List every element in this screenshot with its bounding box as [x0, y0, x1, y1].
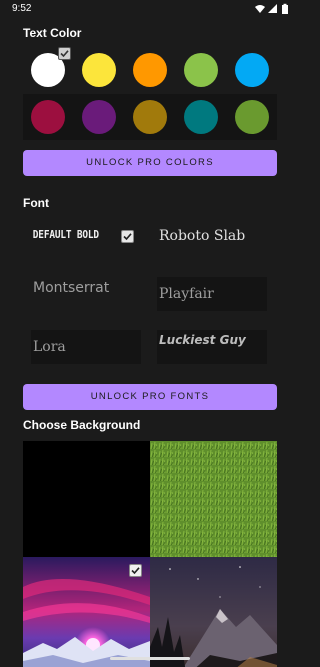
pro-color-row: [23, 94, 277, 140]
status-icons: [255, 3, 288, 14]
color-swatch-mustard[interactable]: [132, 100, 167, 134]
checked-checkbox-icon: [129, 564, 142, 577]
unlock-pro-fonts-button[interactable]: UNLOCK PRO FONTS: [23, 384, 277, 410]
unlock-pro-colors-button[interactable]: UNLOCK PRO COLORS: [23, 150, 277, 176]
navigation-handle[interactable]: [110, 657, 190, 660]
font-option-playfair[interactable]: Playfair: [157, 277, 267, 311]
background-tile-night-mountain[interactable]: [150, 557, 277, 667]
font-option-roboto-slab[interactable]: Roboto Slab: [157, 219, 267, 253]
background-tile-black[interactable]: [23, 441, 150, 557]
text-color-title: Text Color: [23, 26, 82, 40]
signal-icon: [268, 4, 277, 13]
color-swatch-purple[interactable]: [82, 100, 117, 134]
color-swatch-yellow[interactable]: [82, 53, 117, 87]
status-time: 9:52: [12, 3, 32, 14]
font-option-montserrat[interactable]: Montserrat: [31, 271, 141, 305]
battery-icon: [282, 3, 288, 14]
font-option-luckiest-guy[interactable]: Luckiest Guy: [157, 330, 267, 364]
color-swatch-white[interactable]: [31, 47, 72, 87]
night-mountain-image: [150, 557, 277, 667]
font-title: Font: [23, 196, 49, 210]
color-swatch-blue[interactable]: [234, 53, 269, 87]
background-tile-grass[interactable]: [150, 441, 277, 557]
background-tile-neon-mountain[interactable]: [23, 557, 150, 667]
free-color-row: [23, 47, 277, 93]
color-swatch-crimson[interactable]: [31, 100, 66, 134]
grass-image: [150, 441, 277, 557]
choose-background-title: Choose Background: [23, 418, 141, 432]
wifi-icon: [255, 5, 265, 13]
checked-checkbox-icon: [58, 47, 72, 60]
status-bar: 9:52: [0, 0, 300, 20]
font-option-lora[interactable]: Lora: [31, 330, 141, 364]
color-swatch-teal[interactable]: [183, 100, 218, 134]
color-swatch-olive[interactable]: [234, 100, 269, 134]
font-option-default-bold[interactable]: DEFAULT BOLD: [31, 218, 121, 252]
color-swatch-orange[interactable]: [132, 53, 167, 87]
color-swatch-green[interactable]: [183, 53, 218, 87]
checked-checkbox-icon: [121, 230, 134, 243]
